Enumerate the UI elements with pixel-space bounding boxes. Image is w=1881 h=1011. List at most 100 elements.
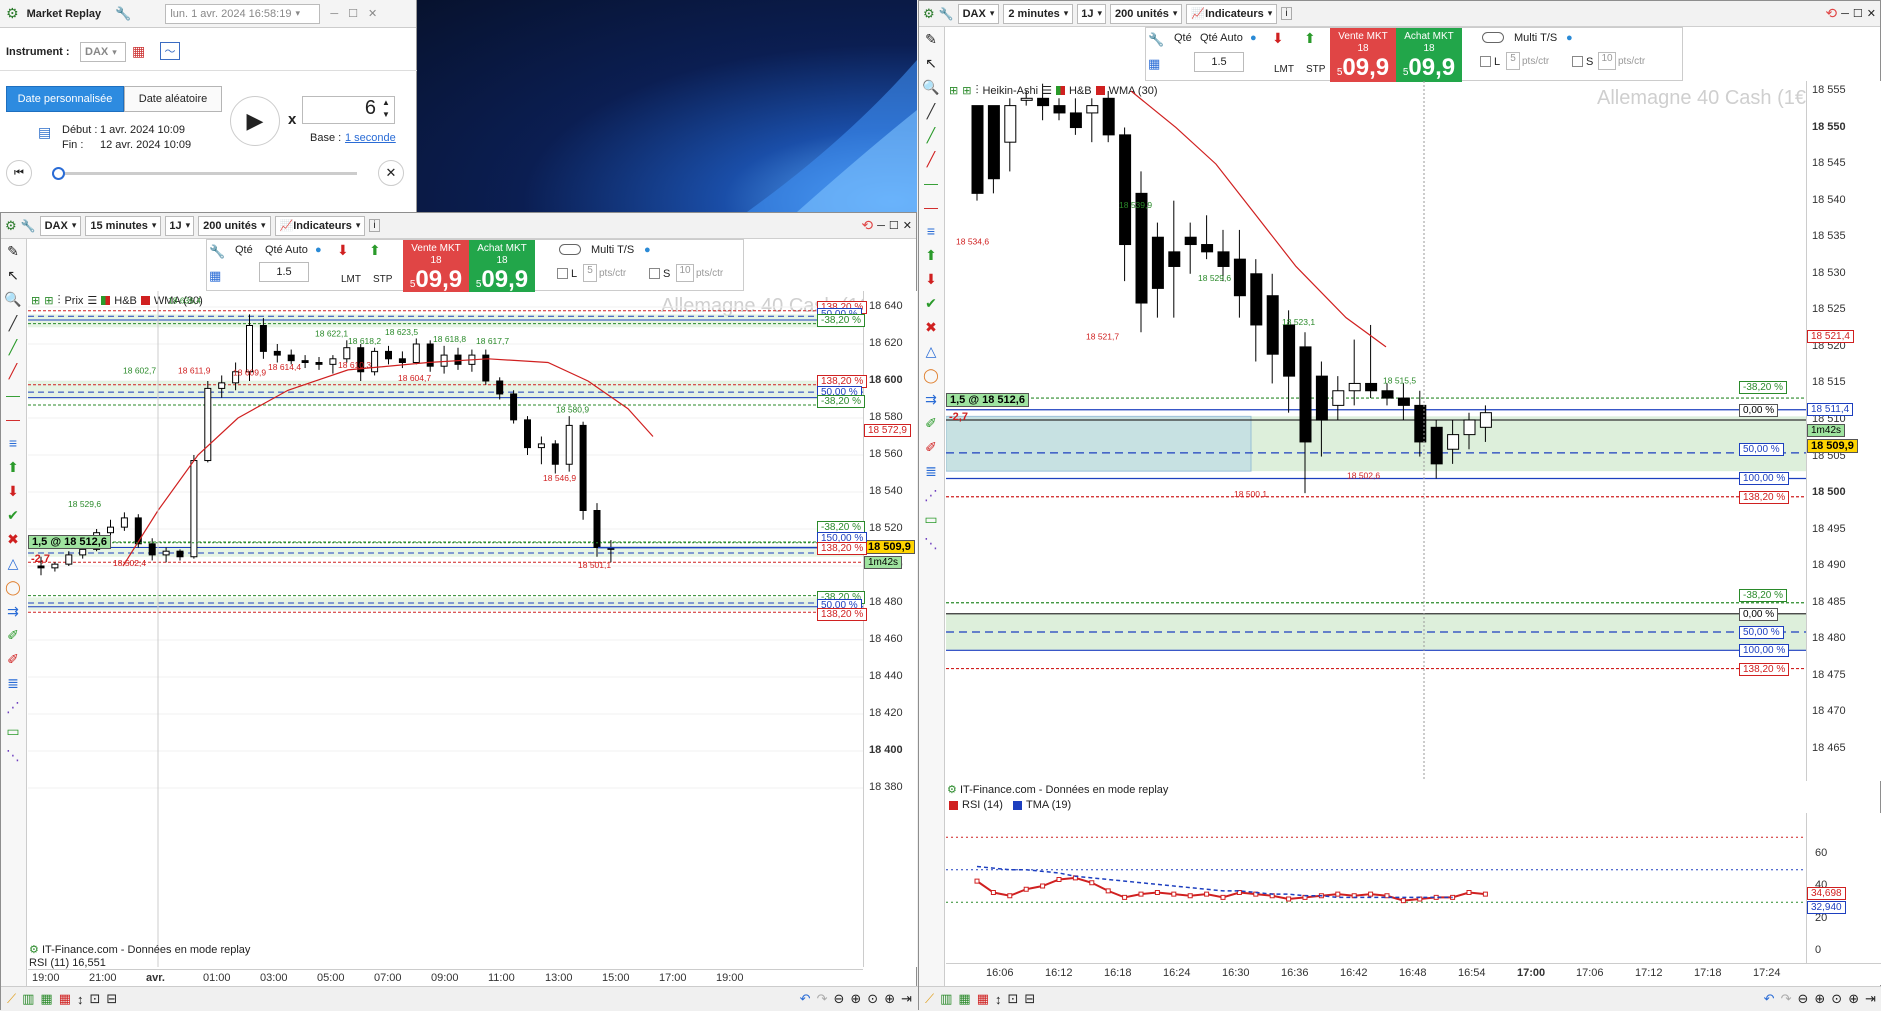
zoom-icon[interactable]: 🔍 (919, 75, 943, 99)
right-units-select[interactable]: 200 unités (1110, 3, 1183, 24)
minimize-icon[interactable]: ─ (877, 220, 885, 232)
qty-input[interactable]: 1.5 (1194, 52, 1244, 72)
s-input[interactable]: 10 (1598, 52, 1616, 70)
pencil-icon[interactable]: ✎ (919, 27, 943, 51)
candle-type-icon[interactable]: ▥ (940, 991, 952, 1007)
multi-ts-toggle[interactable] (1482, 32, 1504, 43)
replay-date-field[interactable]: lun. 1 avr. 2024 16:58:19 (165, 3, 321, 24)
multi-ts-toggle[interactable] (559, 244, 581, 255)
ruler-icon[interactable]: ⊟ (1024, 991, 1035, 1007)
stop-button[interactable]: ✕ (378, 160, 404, 186)
lmt-label[interactable]: LMT (341, 274, 361, 285)
auto-scroll-icon[interactable]: ⇥ (901, 991, 912, 1007)
calculator-icon[interactable]: ▦ (209, 268, 221, 284)
red-line-icon[interactable]: ╱ (1, 359, 25, 383)
buy-market-button[interactable]: Achat MKT 18 509,9 (1396, 28, 1462, 82)
down-arrow-icon[interactable]: ⬇ (1, 479, 25, 503)
zoom-out-icon[interactable]: ⊖ (833, 991, 844, 1007)
right-indicators-button[interactable]: 📈 Indicateurs (1186, 3, 1278, 24)
stp-icon[interactable]: ⬆ (369, 242, 381, 259)
info-icon[interactable]: i (369, 219, 380, 232)
gann-icon[interactable]: ⋱ (1, 743, 25, 767)
zoom-in-icon[interactable]: ⊕ (1814, 991, 1825, 1007)
green-line-icon[interactable]: ╱ (1, 335, 25, 359)
ruler-icon[interactable]: ⊟ (106, 991, 117, 1007)
green-line-icon[interactable]: ╱ (919, 123, 943, 147)
triangle-icon[interactable]: △ (1, 551, 25, 575)
sell-market-button[interactable]: Vente MKT 18 509,9 (403, 240, 469, 293)
zoom-reset-icon[interactable]: ⊙ (867, 991, 878, 1007)
order-wrench-icon[interactable]: 🔧 (209, 244, 225, 260)
pencil-icon[interactable]: ✎ (1, 239, 25, 263)
tab-random-date[interactable]: Date aléatoire (124, 86, 222, 112)
buy-market-button[interactable]: Achat MKT 18 509,9 (469, 240, 535, 293)
replay-progress-handle[interactable] (52, 167, 65, 180)
red-line-icon[interactable]: ╱ (919, 147, 943, 171)
eraser-icon[interactable]: ✐ (919, 411, 943, 435)
redo-icon[interactable]: ↷ (817, 991, 828, 1007)
fib-extension-icon[interactable]: ≣ (1, 671, 25, 695)
undo-icon[interactable]: ↶ (800, 991, 811, 1007)
horizontal-line-icon[interactable]: — (919, 171, 943, 195)
channel-icon[interactable]: ⇉ (1, 599, 25, 623)
bars-icon[interactable]: ▦ (40, 991, 52, 1007)
up-arrow-icon[interactable]: ⬆ (1, 455, 25, 479)
zoom-icon[interactable]: 🔍 (1, 287, 25, 311)
replay-progress-track[interactable] (52, 172, 357, 175)
undo-icon[interactable]: ↶ (1764, 991, 1775, 1007)
wrench-icon[interactable]: 🔧 (115, 6, 131, 22)
rewind-button[interactable]: ⏮ (6, 160, 32, 186)
left-instrument-select[interactable]: DAX (39, 215, 82, 236)
fit-icon[interactable]: ⊡ (1008, 991, 1019, 1007)
line-icon[interactable]: ╱ (919, 99, 943, 123)
left-price-axis[interactable]: 18 640 18 620 18 600 18 580 18 560 18 540 18 5… (863, 291, 917, 967)
s-input[interactable]: 10 (676, 264, 694, 282)
cross-icon[interactable]: ✖ (919, 315, 943, 339)
rsi-legend-label[interactable]: RSI (14) (962, 799, 1003, 811)
redo-icon[interactable]: ↷ (1781, 991, 1792, 1007)
maximize-icon[interactable]: ☐ (889, 219, 899, 232)
zoom-in-icon[interactable]: ⊕ (850, 991, 861, 1007)
rsi-chart[interactable] (946, 813, 1806, 963)
chart-icon[interactable]: 〜 (160, 42, 180, 60)
tma-legend-label[interactable]: TMA (19) (1026, 799, 1071, 811)
horizontal-line-icon[interactable]: — (1, 383, 25, 407)
fib-icon[interactable]: ≡ (1, 431, 25, 455)
lmt-icon[interactable]: ⬇ (337, 242, 349, 259)
tab-custom-date[interactable]: Date personnalisée (6, 86, 124, 112)
wrench-icon[interactable]: 🔧 (939, 7, 954, 21)
zoom-out-icon[interactable]: ⊖ (1797, 991, 1808, 1007)
pointer-icon[interactable]: ↖ (1, 263, 25, 287)
close-icon[interactable]: ✕ (1867, 7, 1876, 20)
right-price-chart[interactable]: 18 534,6 18 539,9 18 521,7 18 529,6 18 523,1… (946, 81, 1806, 781)
qty-input[interactable]: 1.5 (259, 262, 309, 282)
right-timeframe-select[interactable]: 2 minutes (1003, 3, 1074, 24)
zoom-reset-icon[interactable]: ⊙ (1831, 991, 1842, 1007)
right-time-axis[interactable]: 16:06 16:12 16:18 16:24 16:30 16:36 16:42 16:48… (946, 963, 1881, 985)
scale-icon[interactable]: ↕ (995, 992, 1002, 1007)
toggle-icon[interactable]: ● (1250, 32, 1257, 44)
instrument-list-icon[interactable]: ▦ (132, 43, 145, 60)
fib-icon[interactable]: ≡ (919, 219, 943, 243)
rsi-axis[interactable]: 60 40 20 0 34,698 32,940 (1806, 813, 1881, 963)
instrument-select[interactable]: DAX (80, 42, 126, 62)
right-price-axis[interactable]: 18 555 18 550 18 545 18 540 18 535 18 530 18 5… (1806, 81, 1881, 781)
stp-label[interactable]: STP (373, 274, 392, 285)
rectangle-icon[interactable]: ▭ (919, 507, 943, 531)
fit-icon[interactable]: ⊡ (90, 991, 101, 1007)
calculator-icon[interactable]: ▦ (1148, 56, 1160, 72)
cross-icon[interactable]: ✖ (1, 527, 25, 551)
left-units-select[interactable]: 200 unités (198, 215, 271, 236)
gann-icon[interactable]: ⋱ (919, 531, 943, 555)
check-icon[interactable]: ✔ (919, 291, 943, 315)
maximize-icon[interactable]: ☐ (1853, 7, 1863, 20)
left-indicators-button[interactable]: 📈 Indicateurs (274, 215, 366, 236)
minimize-icon[interactable]: ─ (330, 8, 338, 20)
stp-icon[interactable]: ⬆ (1304, 30, 1316, 47)
s-checkbox[interactable] (649, 268, 660, 279)
auto-scroll-icon[interactable]: ⇥ (1865, 991, 1876, 1007)
multi-ts-info-icon[interactable]: ● (644, 244, 651, 256)
red-horizontal-icon[interactable]: — (1, 407, 25, 431)
minimize-icon[interactable]: ─ (1841, 8, 1849, 20)
rectangle-icon[interactable]: ▭ (1, 719, 25, 743)
